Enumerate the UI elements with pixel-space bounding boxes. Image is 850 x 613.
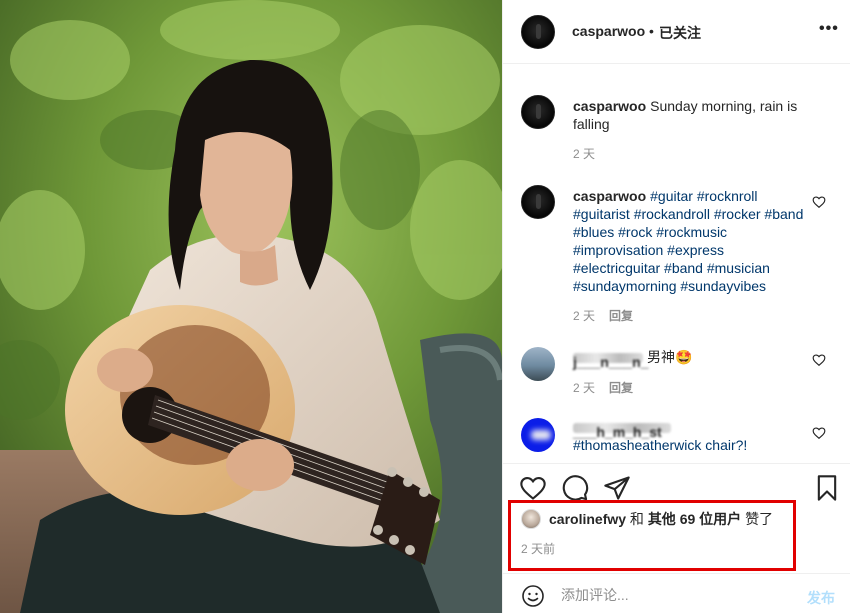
reply-button[interactable]: 回复 — [609, 309, 633, 323]
like-heart-icon[interactable] — [519, 474, 547, 502]
post-header: casparwoo • 已关注 ••• — [503, 0, 850, 64]
more-options-icon[interactable]: ••• — [819, 20, 839, 38]
add-comment-bar: 发布 — [503, 573, 850, 613]
add-comment-input[interactable] — [561, 582, 793, 608]
like-comment-heart-icon[interactable] — [812, 353, 826, 367]
share-send-icon[interactable] — [603, 474, 631, 502]
post-side-panel: casparwoo • 已关注 ••• casparwoo Sunday morn… — [502, 0, 850, 613]
blurred-username: ___h_m_h_st — [573, 423, 671, 440]
post-comment-button[interactable]: 发布 — [807, 588, 835, 608]
commenter-avatar[interactable] — [521, 347, 555, 381]
instagram-post: casparwoo • 已关注 ••• casparwoo Sunday morn… — [0, 0, 850, 613]
comments-list[interactable]: casparwoo Sunday morning, rain is falling… — [503, 65, 850, 463]
save-bookmark-icon[interactable] — [813, 474, 841, 502]
reply-button[interactable]: 回复 — [609, 381, 633, 395]
author-username[interactable]: casparwoo — [572, 23, 645, 39]
others-likes-link[interactable]: 其他 69 位用户 — [648, 509, 741, 529]
follow-status-button[interactable]: 已关注 — [659, 23, 701, 43]
likes-suffix-text: 赞了 — [745, 511, 774, 527]
first-liker-username[interactable]: carolinefwy — [549, 511, 626, 527]
follow-separator: • — [649, 23, 654, 39]
like-comment-heart-icon[interactable] — [812, 426, 826, 440]
comment-username[interactable]: j___n___n_ — [573, 349, 649, 371]
comment-username[interactable]: casparwoo — [573, 98, 646, 114]
comment-body: casparwoo #guitar #rocknroll #guitarist #… — [573, 187, 811, 295]
comment-bubble-icon[interactable] — [561, 474, 589, 502]
comment-meta: 2 天回复 — [573, 379, 633, 396]
blurred-username: j___n___n_ — [573, 353, 649, 371]
comment-time[interactable]: 2 天 — [573, 147, 595, 161]
post-photo[interactable] — [0, 0, 502, 613]
like-comment-heart-icon[interactable] — [812, 195, 826, 209]
author-avatar[interactable] — [521, 15, 555, 49]
comment-body: j___n___n_男神🤩 — [573, 348, 811, 371]
comment-body: casparwoo Sunday morning, rain is falling — [573, 97, 811, 133]
emoji-smiley-icon[interactable] — [521, 584, 545, 608]
commenter-avatar[interactable] — [521, 418, 555, 452]
comment-text: 男神🤩 — [647, 349, 693, 365]
likes-summary: carolinefwy 和 其他 69 位用户 赞了 — [521, 508, 841, 530]
commenter-avatar[interactable] — [521, 95, 555, 129]
comment-time[interactable]: 2 天 — [573, 381, 595, 395]
post-actions-bar — [503, 463, 850, 507]
comment-username[interactable]: casparwoo — [573, 188, 646, 204]
liker-avatar[interactable] — [521, 509, 541, 529]
comment-time[interactable]: 2 天 — [573, 309, 595, 323]
comment-username[interactable]: ___h_m_h_st — [573, 419, 671, 440]
comment-meta: 2 天 — [573, 145, 595, 162]
comment-body: ___h_m_h_st #thomasheatherwick chair?! — [573, 418, 811, 454]
commenter-avatar[interactable] — [521, 185, 555, 219]
person-playing-guitar-photo — [0, 0, 502, 613]
post-timestamp[interactable]: 2 天前 — [521, 540, 555, 557]
comment-meta: 2 天回复 — [573, 307, 633, 324]
likes-and-text: 和 — [629, 511, 644, 527]
